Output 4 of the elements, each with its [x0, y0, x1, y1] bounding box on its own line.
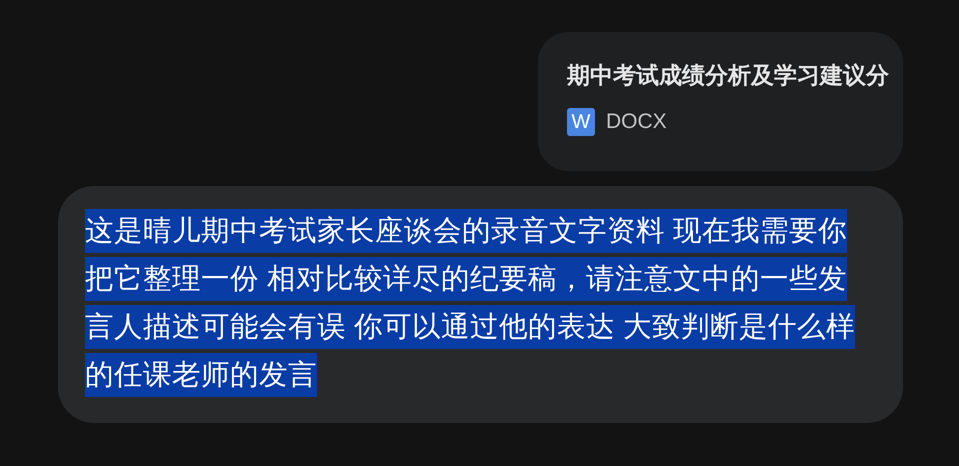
- word-document-icon: W: [567, 108, 595, 136]
- file-title: 期中考试成绩分析及学习建议分: [567, 62, 890, 88]
- file-card[interactable]: 期中考试成绩分析及学习建议分 W DOCX: [538, 32, 903, 171]
- file-type-label: DOCX: [606, 110, 667, 134]
